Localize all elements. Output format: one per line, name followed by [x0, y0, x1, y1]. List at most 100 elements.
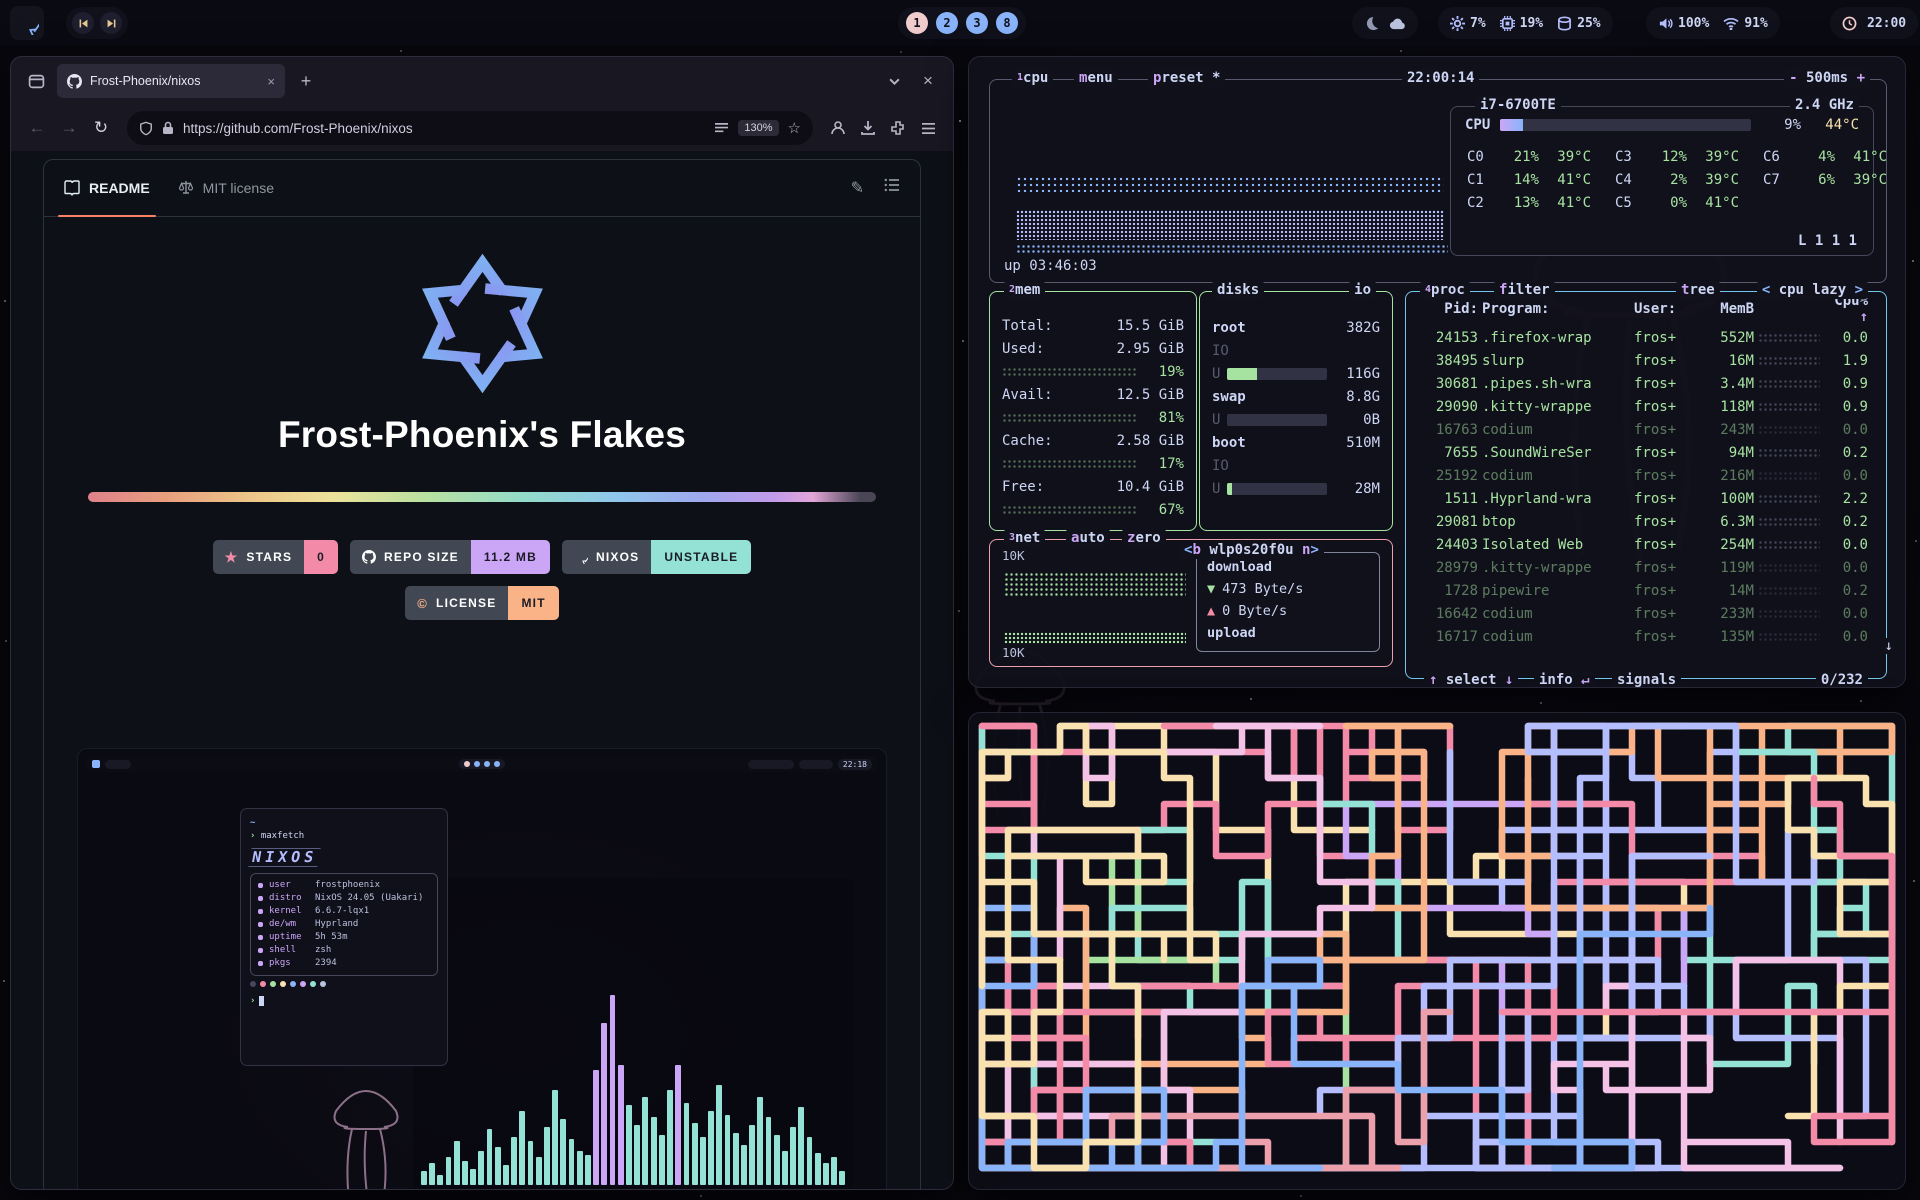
- process-row[interactable]: 24403 Isolated Web fros+ 254M 0.0: [1406, 533, 1886, 556]
- process-row[interactable]: 25192 codium fros+ 216M 0.0: [1406, 464, 1886, 487]
- col-memb[interactable]: MemB: [1692, 301, 1754, 317]
- net-auto-button[interactable]: auto: [1066, 529, 1110, 547]
- workspace-button[interactable]: 3: [966, 12, 988, 34]
- reader-mode-icon[interactable]: [714, 122, 729, 135]
- cpu-box-title[interactable]: 1cpu: [1012, 69, 1053, 87]
- process-row[interactable]: 38495 slurp fros+ 16M 1.9: [1406, 349, 1886, 372]
- browser-tab[interactable]: Frost-Phoenix/nixos ×: [57, 64, 285, 98]
- system-stats-widget[interactable]: 7% 19% 25%: [1438, 7, 1613, 39]
- edit-pencil-icon[interactable]: ✎: [851, 178, 864, 198]
- process-row[interactable]: 29081 btop fros+ 6.3M 0.2: [1406, 510, 1886, 533]
- net-interface-selector[interactable]: <b wlp0s20f0u n>: [1179, 541, 1324, 559]
- process-row[interactable]: 7655 .SoundWireSer fros+ 94M 0.2: [1406, 441, 1886, 464]
- menu-icon[interactable]: [915, 115, 941, 141]
- proc-info-hint[interactable]: info ↵: [1534, 671, 1595, 688]
- back-button[interactable]: ←: [23, 114, 51, 142]
- disks-io-toggle[interactable]: io: [1349, 281, 1376, 299]
- new-tab-button[interactable]: +: [293, 68, 319, 94]
- window-close-button[interactable]: ×: [915, 68, 941, 94]
- proc-filter-button[interactable]: filter: [1494, 281, 1555, 299]
- license-badge[interactable]: ©LICENSE MIT: [405, 586, 558, 620]
- col-program[interactable]: Program:: [1482, 301, 1630, 317]
- proc-scroll-down-icon[interactable]: ↓: [1883, 638, 1895, 654]
- process-row[interactable]: 30681 .pipes.sh-wra fros+ 3.4M 0.9: [1406, 372, 1886, 395]
- net-zero-button[interactable]: zero: [1122, 529, 1166, 547]
- mem-cache-row: Cache:2.58 GiB: [1002, 429, 1184, 452]
- account-icon[interactable]: [825, 115, 851, 141]
- proc-sort-selector[interactable]: < cpu lazy >: [1757, 281, 1868, 299]
- process-row[interactable]: 24153 .firefox-wrap fros+ 552M 0.0: [1406, 326, 1886, 349]
- tab-close-icon[interactable]: ×: [267, 74, 275, 89]
- process-row[interactable]: 1511 .Hyprland-wra fros+ 100M 2.2: [1406, 487, 1886, 510]
- list-tabs-chevron-icon[interactable]: [881, 68, 907, 94]
- process-row[interactable]: 1728 pipewire fros+ 14M 0.2: [1406, 579, 1886, 602]
- process-row[interactable]: 28979 .kitty-wrappe fros+ 119M 0.0: [1406, 556, 1886, 579]
- menu-button[interactable]: menu: [1074, 69, 1118, 87]
- url-text[interactable]: https://github.com/Frost-Phoenix/nixos: [183, 121, 705, 136]
- bookmark-star-icon[interactable]: ☆: [788, 119, 801, 137]
- process-pid: 24153: [1416, 330, 1478, 346]
- core-name: C0: [1467, 149, 1495, 165]
- audio-network-widget[interactable]: 100% 91%: [1646, 7, 1780, 39]
- workspace-button[interactable]: 1: [906, 12, 928, 34]
- wifi-strength-value: 91%: [1744, 16, 1767, 31]
- outline-list-icon[interactable]: [884, 178, 900, 198]
- process-row[interactable]: 16763 codium fros+ 243M 0.0: [1406, 418, 1886, 441]
- tracking-shield-icon[interactable]: [139, 121, 153, 136]
- mem-box-title[interactable]: 2mem: [1004, 281, 1045, 299]
- nixos-menu-button[interactable]: [10, 6, 44, 40]
- firefox-view-icon[interactable]: [23, 68, 49, 94]
- downloads-icon[interactable]: [855, 115, 881, 141]
- media-next-button[interactable]: [100, 12, 122, 34]
- process-cpu-graph: [1758, 540, 1820, 549]
- download-label: download: [1207, 556, 1369, 578]
- col-pid[interactable]: Pid:: [1416, 301, 1478, 317]
- update-interval-control[interactable]: - 500ms +: [1784, 69, 1870, 87]
- disk-usage-value: 25%: [1577, 16, 1600, 31]
- tab-readme[interactable]: README: [64, 160, 150, 216]
- cpu-total-row: CPU 9% 44°C: [1465, 117, 1859, 133]
- process-pid: 16642: [1416, 606, 1478, 622]
- process-row[interactable]: 29090 .kitty-wrappe fros+ 118M 0.9: [1406, 395, 1886, 418]
- weather-widget[interactable]: [1352, 7, 1418, 39]
- clock-widget[interactable]: 22:00: [1830, 7, 1918, 39]
- stars-badge-label: STARS: [246, 550, 292, 564]
- cpu-usage-value: 7%: [1470, 16, 1486, 31]
- proc-signals-hint[interactable]: signals: [1612, 671, 1681, 688]
- btop-mem-box: 2mem Total:15.5 GiB Used:2.95 GiB 19% Av…: [989, 291, 1197, 531]
- proc-tree-button[interactable]: tree: [1676, 281, 1720, 299]
- workspace-button[interactable]: 2: [936, 12, 958, 34]
- fetch-info-row: de/wm Hyprland: [258, 918, 430, 931]
- tab-title: Frost-Phoenix/nixos: [90, 74, 259, 88]
- forward-button[interactable]: →: [55, 114, 83, 142]
- cpu-core-row: C2 13% 41°C: [1455, 191, 1603, 214]
- fetch-info-label: shell: [269, 944, 309, 957]
- proc-box-title[interactable]: 4proc: [1420, 281, 1470, 299]
- disks-box-title[interactable]: disks: [1212, 281, 1264, 299]
- net-box-title[interactable]: 3net: [1004, 529, 1045, 547]
- lock-icon[interactable]: [162, 121, 174, 135]
- screenshot-nix-logo: [92, 760, 100, 768]
- media-previous-button[interactable]: [72, 12, 94, 34]
- col-user[interactable]: User:: [1634, 301, 1688, 317]
- process-row[interactable]: 16717 codium fros+ 135M 0.0: [1406, 625, 1886, 648]
- nixos-badge[interactable]: NIXOS UNSTABLE: [562, 540, 751, 574]
- process-cpu: 0.9: [1824, 399, 1868, 415]
- workspace-button[interactable]: 8: [996, 12, 1018, 34]
- readme-screenshot[interactable]: 22:18 ~ › maxfetch NIXOS: [77, 748, 887, 1189]
- btop-window: 1cpu menu preset * 22:00:14 - 500ms + up…: [968, 56, 1906, 688]
- btop-net-box: 3net auto zero 10K 10K <b wlp0s20f0u n> …: [989, 539, 1393, 667]
- core-temp: 41°C: [1543, 195, 1591, 211]
- reload-button[interactable]: ↻: [87, 114, 115, 142]
- book-icon: [64, 180, 80, 196]
- process-row[interactable]: 16642 codium fros+ 233M 0.0: [1406, 602, 1886, 625]
- tab-mit-license[interactable]: MIT license: [178, 160, 274, 216]
- repo-size-badge[interactable]: REPO SIZE 11.2 MB: [350, 540, 550, 574]
- stars-badge[interactable]: ★STARS 0: [213, 540, 338, 574]
- zoom-level-badge[interactable]: 130%: [738, 120, 778, 136]
- url-bar[interactable]: https://github.com/Frost-Phoenix/nixos 1…: [127, 111, 813, 145]
- preset-button[interactable]: preset *: [1148, 69, 1225, 87]
- proc-select-hint[interactable]: ↑ select ↓: [1424, 671, 1518, 688]
- process-name: .pipes.sh-wra: [1482, 376, 1630, 392]
- extensions-icon[interactable]: [885, 115, 911, 141]
